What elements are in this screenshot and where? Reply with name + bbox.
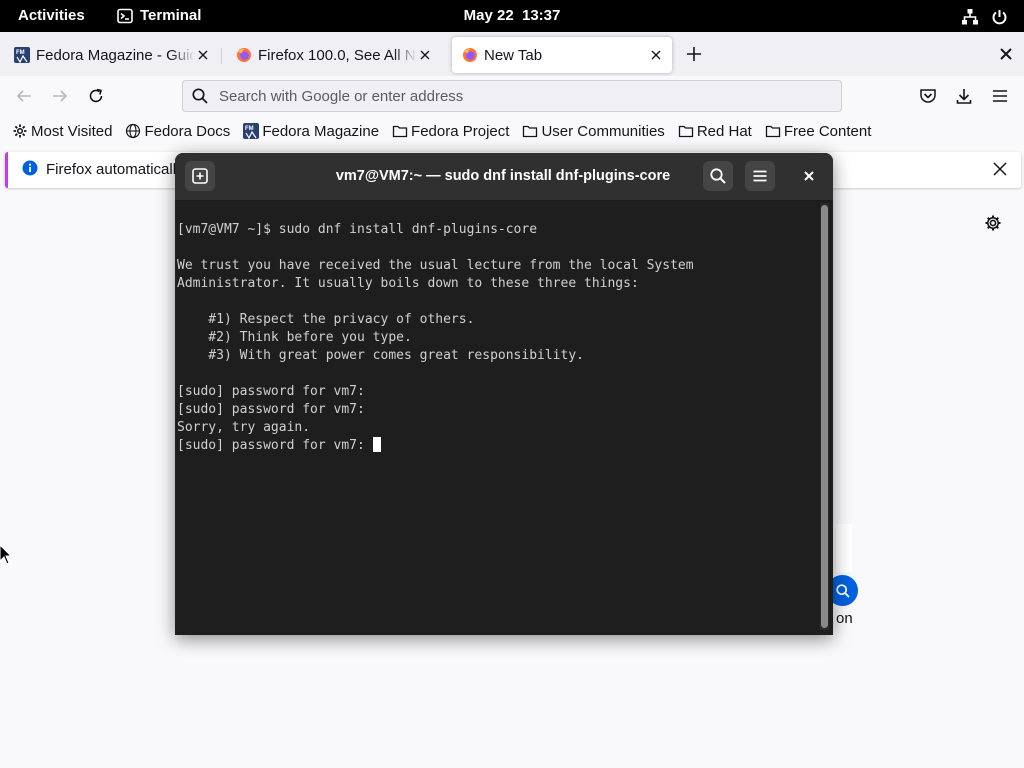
terminal-line: Sorry, try again.: [177, 420, 311, 435]
folder-icon: [765, 123, 781, 139]
system-tray[interactable]: [961, 8, 1008, 26]
bookmark-label: Red Hat: [696, 122, 752, 140]
terminal-line: [sudo] password for vm7:: [177, 402, 365, 417]
activities-button[interactable]: Activities: [18, 7, 85, 24]
partial-label: on: [836, 610, 853, 627]
bookmark-label: User Communities: [541, 122, 665, 140]
globe-icon: [125, 123, 141, 139]
text-cursor: [372, 437, 381, 452]
terminal-prompt: [sudo] password for vm7:: [177, 438, 373, 453]
bookmark-label: Most Visited: [31, 122, 113, 140]
gear-icon: [12, 123, 28, 139]
search-box-edge: [836, 524, 852, 572]
network-icon[interactable]: [961, 8, 979, 26]
terminal-line: #1) Respect the privacy of others.: [177, 312, 475, 327]
navigation-toolbar: [0, 76, 1024, 116]
fedora-magazine-icon: FM: [243, 123, 260, 139]
scrollbar-thumb[interactable]: [821, 205, 828, 628]
hamburger-menu-icon[interactable]: [990, 86, 1010, 106]
pocket-icon[interactable]: [918, 86, 938, 106]
firefox-icon: [462, 47, 478, 63]
terminal-line: ​: [177, 239, 817, 257]
reload-icon[interactable]: [86, 86, 106, 106]
address-bar[interactable]: [182, 80, 842, 112]
folder-icon: [392, 123, 408, 139]
terminal-line: ​: [177, 365, 817, 383]
bookmarks-toolbar: Most Visited Fedora Docs FM Fedora Magaz…: [0, 116, 1024, 146]
bookmark-label: Fedora Docs: [144, 122, 231, 140]
window-close-icon[interactable]: [998, 46, 1014, 62]
svg-text:FM: FM: [16, 50, 25, 56]
bookmark-label: Free Content: [783, 122, 872, 140]
info-icon: [22, 160, 38, 176]
svg-text:FM: FM: [245, 126, 254, 132]
close-tab-icon[interactable]: [648, 47, 664, 63]
back-arrow-icon[interactable]: [14, 86, 34, 106]
tab-title: Fedora Magazine - Guides, information, a…: [36, 46, 195, 64]
terminal-line: #3) With great power comes great respons…: [177, 348, 584, 363]
close-tab-icon[interactable]: [417, 47, 433, 63]
clock[interactable]: May 22 13:37: [464, 7, 561, 24]
close-tab-icon[interactable]: [195, 47, 211, 63]
terminal-line: [sudo] password for vm7:: [177, 384, 365, 399]
search-icon[interactable]: [703, 161, 733, 191]
bookmark-label: Fedora Project: [411, 122, 510, 140]
search-icon: [191, 87, 209, 105]
mouse-pointer-icon: [0, 545, 12, 565]
terminal-scrollbar[interactable]: [820, 203, 829, 630]
hamburger-menu-icon[interactable]: [745, 161, 775, 191]
tab-strip: FM Fedora Magazine - Guides, information…: [0, 32, 1024, 76]
close-notification-icon[interactable]: [991, 160, 1009, 178]
terminal-line: [vm7@VM7 ~]$ sudo dnf install dnf-plugin…: [177, 222, 538, 237]
power-icon[interactable]: [991, 9, 1008, 26]
terminal-line: #2) Think before you type.: [177, 330, 412, 345]
new-tab-icon[interactable]: [185, 161, 215, 191]
terminal-line: ​: [177, 293, 817, 311]
firefox-icon: [236, 47, 252, 63]
tab-new-tab[interactable]: New Tab: [452, 37, 672, 73]
terminal-app-icon: [117, 8, 133, 24]
downloads-icon[interactable]: [954, 86, 974, 106]
bookmark-label: Fedora Magazine: [262, 122, 380, 140]
forward-arrow-icon[interactable]: [50, 86, 70, 106]
bookmark-red-hat[interactable]: Red Hat: [678, 123, 752, 140]
close-icon[interactable]: [794, 161, 824, 191]
terminal-prompt-line: [sudo] password for vm7:: [177, 437, 817, 455]
fedora-magazine-icon: FM: [14, 47, 30, 63]
bookmark-fedora-magazine[interactable]: FM Fedora Magazine: [243, 123, 379, 140]
terminal-title: vm7@VM7:~ — sudo dnf install dnf-plugins…: [335, 168, 671, 184]
folder-icon: [522, 123, 538, 139]
terminal-line: Administrator. It usually boils down to …: [177, 276, 639, 291]
tab-title: Firefox 100.0, See All New Features, Upd…: [258, 46, 417, 64]
terminal-window[interactable]: vm7@VM7:~ — sudo dnf install dnf-plugins…: [175, 153, 833, 635]
folder-icon: [678, 123, 694, 139]
tab-fedora-magazine[interactable]: FM Fedora Magazine - Guides, information…: [4, 37, 219, 73]
terminal-headerbar[interactable]: vm7@VM7:~ — sudo dnf install dnf-plugins…: [175, 153, 833, 201]
new-tab-plus-icon[interactable]: [684, 44, 704, 64]
terminal-line: We trust you have received the usual lec…: [177, 258, 694, 273]
tab-title: New Tab: [484, 46, 543, 64]
gnome-top-bar: Activities Terminal May 22 13:37: [0, 0, 1024, 32]
address-input[interactable]: [217, 81, 841, 111]
tab-separator: [221, 48, 222, 64]
bookmark-most-visited[interactable]: Most Visited: [12, 123, 112, 140]
tab-firefox-100[interactable]: Firefox 100.0, See All New Features, Upd…: [226, 37, 441, 73]
app-menu[interactable]: Terminal: [117, 7, 201, 24]
bookmark-free-content[interactable]: Free Content: [765, 122, 872, 140]
bookmark-user-communities[interactable]: User Communities: [522, 122, 665, 140]
terminal-output[interactable]: [vm7@VM7 ~]$ sudo dnf install dnf-plugin…: [177, 203, 817, 633]
app-name: Terminal: [140, 7, 202, 24]
settings-gear-icon[interactable]: [984, 214, 1002, 232]
bookmark-fedora-docs[interactable]: Fedora Docs: [125, 123, 230, 140]
bookmark-fedora-project[interactable]: Fedora Project: [392, 123, 509, 140]
